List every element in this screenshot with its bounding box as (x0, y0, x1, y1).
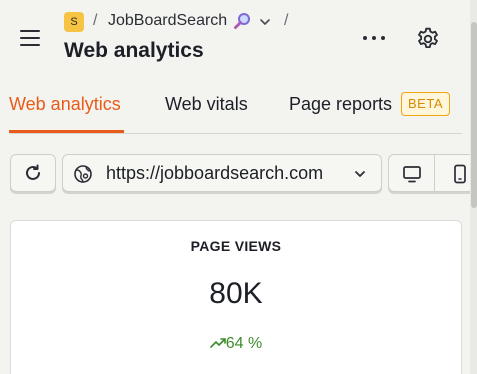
magnifying-glass-icon (234, 13, 250, 29)
page-views-value: 80K (209, 277, 263, 310)
tab-bar: Web analytics Web vitals Page reports (0, 77, 470, 134)
mobile-icon[interactable] (453, 164, 467, 184)
tab-page-reports[interactable]: Page reports (289, 94, 392, 115)
refresh-icon (26, 164, 40, 180)
tab-web-analytics[interactable]: Web analytics (9, 94, 121, 115)
page-views-card[interactable]: PAGE VIEWS 80K 64 % (10, 220, 462, 374)
breadcrumb-project[interactable]: JobBoardSearch (108, 12, 227, 30)
breadcrumb-separator: / (284, 12, 289, 29)
project-avatar[interactable]: S (64, 12, 84, 32)
tab-web-vitals[interactable]: Web vitals (165, 94, 248, 115)
top-header: S / JobBoardSearch / Web analytics (0, 0, 470, 76)
trending-up-icon (209, 338, 226, 348)
tab-divider (10, 133, 462, 134)
device-toggle (388, 154, 477, 192)
hamburger-icon[interactable] (20, 28, 42, 48)
breadcrumb-separator: / (93, 12, 98, 29)
refresh-button[interactable] (10, 154, 56, 192)
web-analytics-app: S / JobBoardSearch / Web analytics Web a… (0, 0, 477, 374)
page-title: Web analytics (64, 39, 204, 62)
globe-icon (74, 165, 92, 183)
more-dots-icon[interactable] (360, 28, 388, 48)
card-title: PAGE VIEWS (190, 238, 282, 254)
gear-icon[interactable] (415, 26, 441, 52)
url-select[interactable]: https://jobboardsearch.com (62, 154, 382, 192)
scrollbar-thumb[interactable] (471, 22, 477, 208)
change-text: 64 % (225, 335, 263, 352)
page-views-change: 64 % (11, 335, 461, 353)
chevron-down-icon (355, 171, 365, 177)
url-value: https://jobboardsearch.com (106, 163, 324, 183)
desktop-icon[interactable] (402, 164, 422, 184)
chevron-down-icon[interactable] (259, 16, 271, 28)
device-toggle-divider (434, 155, 435, 191)
beta-badge: BETA (401, 92, 450, 116)
